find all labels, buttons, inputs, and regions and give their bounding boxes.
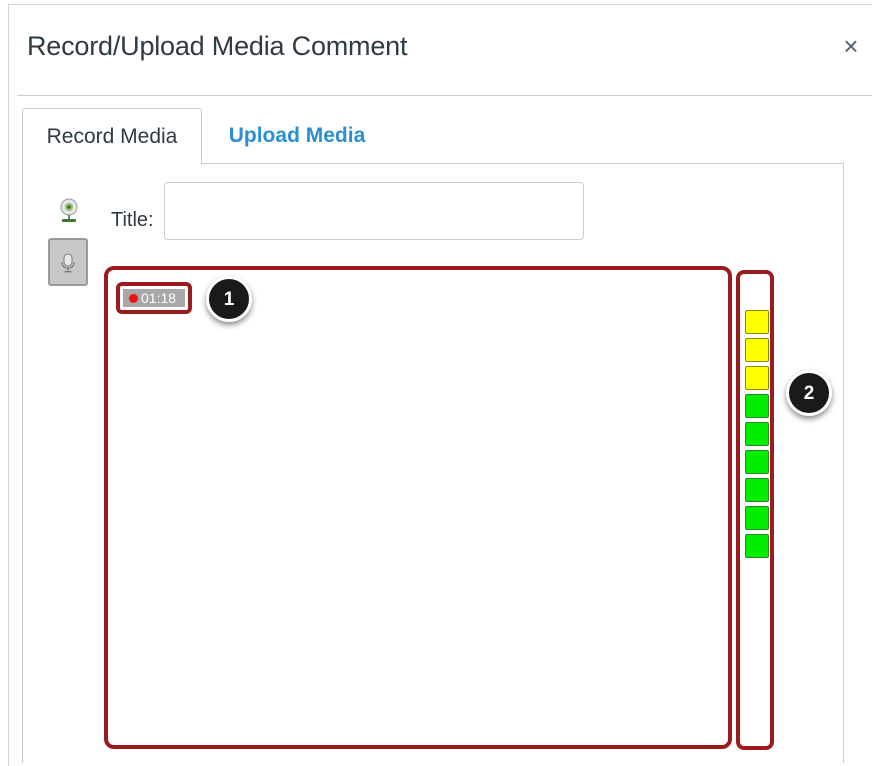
level-segment: [745, 506, 769, 530]
level-segment: [745, 534, 769, 558]
header-divider: [17, 95, 872, 96]
title-label: Title:: [111, 209, 154, 231]
title-input[interactable]: [164, 182, 584, 240]
webcam-icon[interactable]: [58, 198, 80, 224]
recording-dot-icon: [129, 293, 138, 303]
recording-preview-area: 01:18: [104, 266, 732, 749]
level-segment: [745, 366, 769, 390]
microphone-button[interactable]: [48, 238, 88, 286]
microphone-icon: [61, 253, 75, 273]
level-segment: [745, 478, 769, 502]
callout-marker-1: 1: [206, 276, 252, 322]
level-segment: [745, 450, 769, 474]
level-segment: [745, 394, 769, 418]
close-button[interactable]: ×: [839, 33, 863, 59]
timer-display: 01:18: [123, 289, 185, 307]
audio-level-meter: [736, 270, 774, 750]
callout-marker-2: 2: [786, 370, 832, 416]
tab-upload-media[interactable]: Upload Media: [212, 108, 382, 164]
level-segment: [745, 422, 769, 446]
dialog-title: Record/Upload Media Comment: [27, 31, 408, 61]
elapsed-time: 01:18: [141, 290, 177, 306]
level-segment: [745, 338, 769, 362]
recording-timer: 01:18: [116, 282, 192, 314]
level-segment: [745, 310, 769, 334]
tab-record-media[interactable]: Record Media: [22, 108, 202, 165]
